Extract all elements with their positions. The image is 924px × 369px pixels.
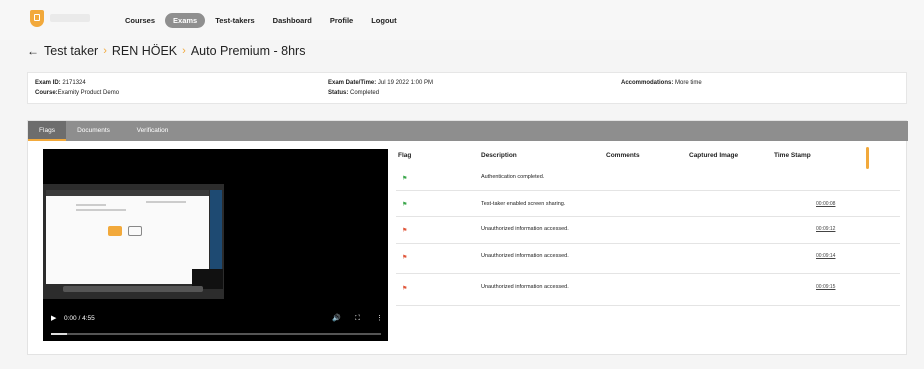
table-scrollbar[interactable] — [866, 147, 869, 169]
exam-info-card: Exam ID: 2171324 Course:Examity Product … — [27, 72, 907, 104]
red-flag-icon: ⚑ — [402, 255, 408, 261]
nav-profile[interactable]: Profile — [322, 13, 361, 28]
breadcrumb-test-taker[interactable]: Test taker — [44, 44, 98, 58]
col-comments: Comments — [606, 152, 640, 159]
review-panel: Flags Documents Verification ▶ 0:00 / 4:… — [27, 120, 908, 355]
dock — [63, 286, 203, 292]
exam-id: Exam ID: 2171324 — [35, 80, 86, 86]
breadcrumb-separator-icon: › — [103, 45, 107, 57]
col-time-stamp: Time Stamp — [774, 152, 811, 159]
volume-icon[interactable]: 🔊 — [332, 314, 341, 324]
course: Course:Examity Product Demo — [35, 90, 120, 96]
table-header: Flag Description Comments Captured Image… — [396, 149, 900, 165]
table-row[interactable]: ⚑ Unauthorized information accessed. 00:… — [396, 244, 900, 274]
breadcrumb-exam-name: Auto Premium - 8hrs — [190, 44, 306, 58]
video-time: 0:00 / 4:55 — [64, 315, 95, 322]
accommodations: Accommodations: More time — [621, 80, 702, 86]
video-controls: ▶ 0:00 / 4:55 🔊 ⛶ ⋮ — [43, 309, 388, 341]
col-description: Description — [481, 152, 517, 159]
green-flag-icon: ⚑ — [402, 202, 408, 208]
exam-datetime: Exam Date/Time: Jul 19 2022 1:00 PM — [328, 80, 433, 86]
red-flag-icon: ⚑ — [402, 228, 408, 234]
red-flag-icon: ⚑ — [402, 286, 408, 292]
back-arrow-icon[interactable]: ← — [27, 44, 39, 58]
fullscreen-icon[interactable]: ⛶ — [355, 314, 360, 324]
green-flag-icon: ⚑ — [402, 176, 408, 182]
nav-courses[interactable]: Courses — [117, 13, 163, 28]
breadcrumb: ← Test taker › REN HÖEK › Auto Premium -… — [27, 44, 305, 58]
top-navbar: Courses Exams Test-takers Dashboard Prof… — [0, 0, 924, 40]
video-progress-bar[interactable] — [51, 333, 381, 335]
col-flag: Flag — [398, 152, 412, 159]
nav-exams[interactable]: Exams — [165, 13, 206, 28]
tab-bar: Flags Documents Verification — [28, 121, 908, 141]
tab-verification[interactable]: Verification — [121, 121, 184, 141]
brand-logo — [50, 14, 90, 22]
nav-dashboard[interactable]: Dashboard — [265, 13, 320, 28]
more-options-icon[interactable]: ⋮ — [376, 314, 383, 324]
table-row[interactable]: ⚑ Authentication completed. — [396, 165, 900, 191]
tab-documents[interactable]: Documents — [66, 121, 121, 141]
nav-logout[interactable]: Logout — [363, 13, 404, 28]
video-player[interactable]: ▶ 0:00 / 4:55 🔊 ⛶ ⋮ — [43, 149, 388, 341]
col-captured-image: Captured Image — [689, 152, 739, 159]
exam-status: Status: Completed — [328, 90, 380, 96]
breadcrumb-taker-name[interactable]: REN HÖEK — [112, 44, 177, 58]
table-row[interactable]: ⚑ Test-taker enabled screen sharing. 00:… — [396, 191, 900, 217]
main-nav: Courses Exams Test-takers Dashboard Prof… — [117, 13, 407, 28]
table-row[interactable]: ⚑ Unauthorized information accessed. 00:… — [396, 217, 900, 244]
lock-shield-icon[interactable] — [30, 10, 44, 27]
tab-flags[interactable]: Flags — [28, 121, 66, 141]
flags-table: Flag Description Comments Captured Image… — [396, 149, 900, 306]
play-icon[interactable]: ▶ — [51, 314, 56, 324]
recorded-screen — [43, 184, 224, 299]
nav-test-takers[interactable]: Test-takers — [207, 13, 262, 28]
breadcrumb-separator-icon: › — [182, 45, 186, 57]
table-row[interactable]: ⚑ Unauthorized information accessed. 00:… — [396, 274, 900, 306]
